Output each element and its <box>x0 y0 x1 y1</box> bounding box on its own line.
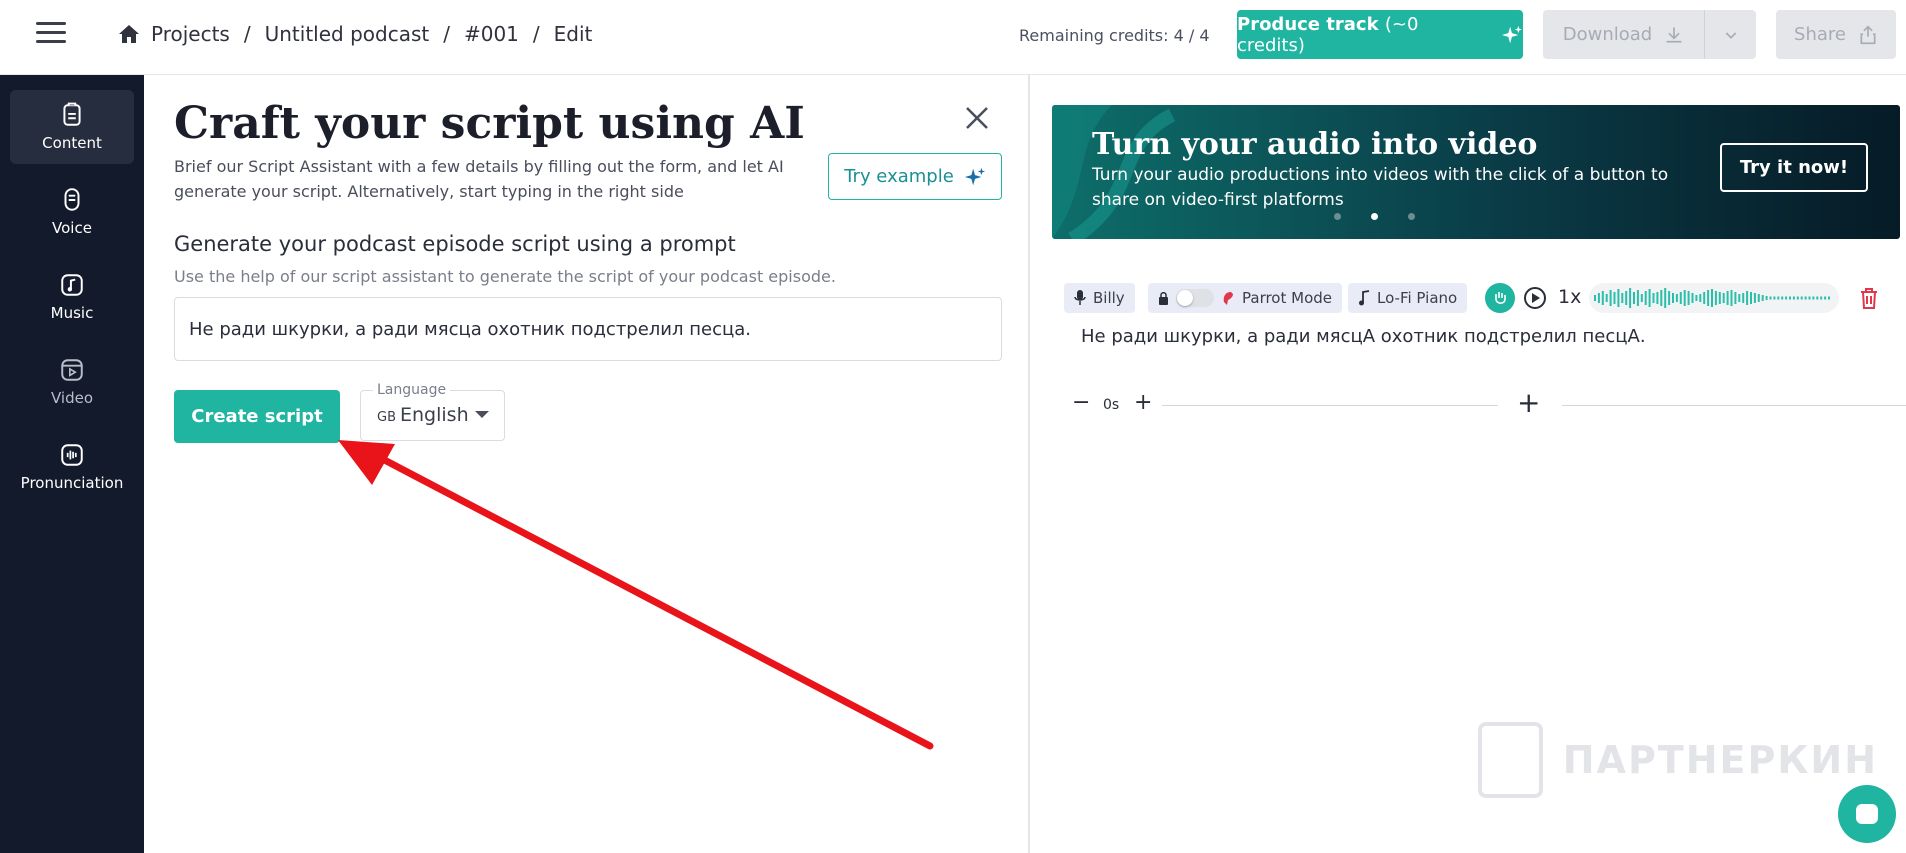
microphone-icon <box>64 188 80 211</box>
pause-timeline: − 0s + + <box>1072 386 1906 419</box>
sidebar-item-pronunciation[interactable]: Pronunciation <box>10 430 134 504</box>
hamburger-menu-icon[interactable] <box>36 22 66 46</box>
play-icon[interactable] <box>1524 287 1546 309</box>
track-controls: Billy Parrot Mode Lo-Fi Piano 1x <box>1064 283 1842 315</box>
breadcrumb-current: Edit <box>553 22 593 46</box>
trash-icon[interactable] <box>1858 286 1880 310</box>
watermark: ПАРТНЕРКИН <box>1478 720 1878 800</box>
try-it-now-button[interactable]: Try it now! <box>1720 143 1868 192</box>
watermark-logo-icon <box>1478 722 1543 798</box>
download-label: Download <box>1562 24 1653 45</box>
sparkle-icon <box>1501 25 1523 43</box>
prompt-input[interactable] <box>174 297 1002 361</box>
breadcrumb-separator: / <box>532 22 540 46</box>
voice-name: Billy <box>1093 289 1125 307</box>
share-icon <box>1860 24 1876 44</box>
chevron-down-icon <box>1725 31 1736 39</box>
content-icon <box>63 102 81 126</box>
chat-support-button[interactable] <box>1838 785 1896 843</box>
banner-title: Turn your audio into video <box>1092 127 1538 162</box>
breadcrumb-podcast[interactable]: Untitled podcast <box>265 22 430 46</box>
banner-text: Turn your audio productions into videos … <box>1092 165 1669 210</box>
top-bar: Projects / Untitled podcast / #001 / Edi… <box>0 0 1906 75</box>
decrease-pause-button[interactable]: − <box>1072 390 1090 415</box>
sidebar-item-content[interactable]: Content <box>10 90 134 164</box>
section-heading: Generate your podcast episode script usi… <box>174 232 736 256</box>
sidebar-item-music[interactable]: Music <box>10 260 134 334</box>
try-example-button[interactable]: Try example <box>828 153 1002 200</box>
carousel-dot[interactable] <box>1371 213 1378 220</box>
timeline-divider <box>1562 405 1906 406</box>
breadcrumb-separator: / <box>443 22 450 46</box>
language-select[interactable]: Language GB English <box>360 382 505 441</box>
lock-icon <box>1159 291 1168 305</box>
carousel-dot[interactable] <box>1408 213 1415 220</box>
voice-chip[interactable]: Billy <box>1064 283 1135 313</box>
remaining-credits: Remaining credits: 4 / 4 <box>1019 26 1210 45</box>
share-button[interactable]: Share <box>1776 10 1896 59</box>
promo-banner: Turn your audio into video Turn your aud… <box>1052 105 1900 239</box>
timeline-divider <box>1162 405 1498 406</box>
parrot-mode-toggle[interactable] <box>1176 289 1214 307</box>
breadcrumb: Projects / Untitled podcast / #001 / Edi… <box>117 22 592 46</box>
breadcrumb-projects[interactable]: Projects <box>151 22 230 46</box>
watermark-text: ПАРТНЕРКИН <box>1562 738 1878 782</box>
waveform-icon <box>61 444 83 466</box>
sidebar-item-label: Pronunciation <box>20 474 124 492</box>
hand-icon[interactable] <box>1485 283 1515 313</box>
chat-icon <box>1856 804 1878 824</box>
track-script-text[interactable]: Не ради шкурки, а ради мясцА охотник под… <box>1081 326 1646 347</box>
playback-speed[interactable]: 1x <box>1558 286 1581 308</box>
music-chip[interactable]: Lo-Fi Piano <box>1348 283 1468 313</box>
panel-description: Brief our Script Assistant with a few de… <box>174 157 784 201</box>
download-options-button[interactable] <box>1705 27 1756 43</box>
try-example-label: Try example <box>844 166 954 187</box>
create-script-button[interactable]: Create script <box>174 390 340 443</box>
microphone-icon <box>1074 290 1086 305</box>
audio-waveform[interactable] <box>1589 283 1839 313</box>
sidebar-item-video[interactable]: Video <box>10 345 134 419</box>
music-note-icon <box>1359 290 1370 306</box>
parrot-mode-chip[interactable]: Parrot Mode <box>1148 283 1342 313</box>
language-label: Language <box>373 382 451 398</box>
sidebar-item-label: Video <box>50 389 94 407</box>
caret-down-icon <box>475 411 489 418</box>
download-button-group: Download <box>1543 10 1756 59</box>
carousel-dots <box>1334 213 1415 220</box>
download-icon <box>1666 27 1682 42</box>
music-note-icon <box>61 274 83 296</box>
sidebar-item-label: Voice <box>52 219 92 237</box>
breadcrumb-episode[interactable]: #001 <box>464 22 519 46</box>
share-label: Share <box>1794 24 1846 45</box>
script-assistant-panel: Craft your script using AI Brief our Scr… <box>144 75 1030 853</box>
sidebar: Content Voice Music Video Pronunciation <box>0 75 144 853</box>
pause-value: 0s <box>1103 397 1120 413</box>
panel-title: Craft your script using AI <box>174 98 805 149</box>
close-icon[interactable] <box>962 103 992 133</box>
sidebar-item-label: Content <box>42 134 102 152</box>
gb-flag-icon: GB <box>377 410 396 425</box>
produce-track-label: Produce track <box>1237 13 1379 35</box>
download-button[interactable]: Download <box>1543 10 1705 59</box>
produce-track-button[interactable]: Produce track (~0 credits) <box>1237 10 1523 59</box>
sidebar-item-label: Music <box>50 304 94 322</box>
language-value: GB English <box>377 404 469 426</box>
add-block-button[interactable]: + <box>1517 386 1540 419</box>
home-icon[interactable] <box>117 22 141 46</box>
parrot-icon <box>1223 292 1233 305</box>
video-icon <box>61 359 83 381</box>
increase-pause-button[interactable]: + <box>1134 390 1152 415</box>
sparkle-icon <box>964 167 985 185</box>
section-subtext: Use the help of our script assistant to … <box>174 267 836 286</box>
parrot-mode-label: Parrot Mode <box>1242 289 1332 307</box>
breadcrumb-separator: / <box>243 22 251 46</box>
sidebar-item-voice[interactable]: Voice <box>10 175 134 249</box>
carousel-dot[interactable] <box>1334 213 1341 220</box>
language-name: English <box>400 404 469 426</box>
music-name: Lo-Fi Piano <box>1377 289 1458 307</box>
